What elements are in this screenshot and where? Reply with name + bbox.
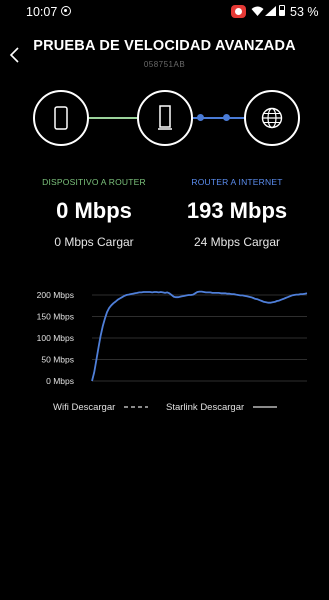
y-tick-label: 50 Mbps: [41, 355, 74, 365]
status-time: 10:07: [26, 5, 58, 19]
router-internet-label: ROUTER A INTERNET: [191, 177, 283, 187]
screen-record-icon[interactable]: [231, 5, 246, 18]
router-internet-upload: 24 Mbps Cargar: [193, 235, 281, 249]
link-dot: [223, 114, 230, 121]
y-tick-label: 150 Mbps: [37, 312, 74, 322]
globe-icon: [261, 107, 283, 129]
battery-icon: [279, 5, 285, 16]
legend-starlink: Starlink Descargar: [166, 402, 277, 413]
device-router-panel: DISPOSITIVO A ROUTER 0 Mbps 0 Mbps Carga…: [19, 177, 169, 249]
speed-chart: 0 Mbps 50 Mbps 100 Mbps 150 Mbps 200 Mbps: [37, 290, 308, 386]
solid-line-icon: [252, 406, 277, 409]
router-internet-panel: ROUTER A INTERNET 193 Mbps 24 Mbps Carga…: [162, 177, 312, 249]
series-line: [91, 290, 308, 382]
battery-percentage: 53 %: [290, 5, 319, 19]
device-router-download: 0 Mbps: [56, 198, 132, 223]
signal-icon: [265, 6, 276, 16]
phone-icon: [54, 106, 68, 130]
link-dot: [197, 114, 204, 121]
page-title: PRUEBA DE VELOCIDAD AVANZADA: [33, 38, 296, 54]
phone-node[interactable]: [33, 90, 89, 146]
router-node[interactable]: [137, 90, 193, 146]
device-router-link: [89, 117, 137, 119]
vpn-icon: [61, 6, 71, 16]
router-internet-download: 193 Mbps: [186, 198, 288, 223]
legend-wifi: Wifi Descargar: [53, 402, 148, 413]
dashed-line-icon: [123, 406, 148, 409]
device-router-label: DISPOSITIVO A ROUTER: [42, 177, 146, 187]
y-tick-label: 0 Mbps: [46, 376, 74, 386]
internet-node[interactable]: [244, 90, 300, 146]
device-serial: 058751AB: [143, 60, 186, 69]
device-router-upload: 0 Mbps Cargar: [54, 235, 134, 249]
legend-starlink-label: Starlink Descargar: [166, 402, 245, 413]
wifi-icon: [251, 6, 264, 16]
router-icon: [158, 105, 172, 130]
legend-wifi-label: Wifi Descargar: [53, 402, 116, 413]
y-tick-label: 100 Mbps: [37, 333, 74, 343]
y-tick-label: 200 Mbps: [37, 290, 74, 300]
status-bar: 10:07 53 %: [0, 0, 329, 24]
